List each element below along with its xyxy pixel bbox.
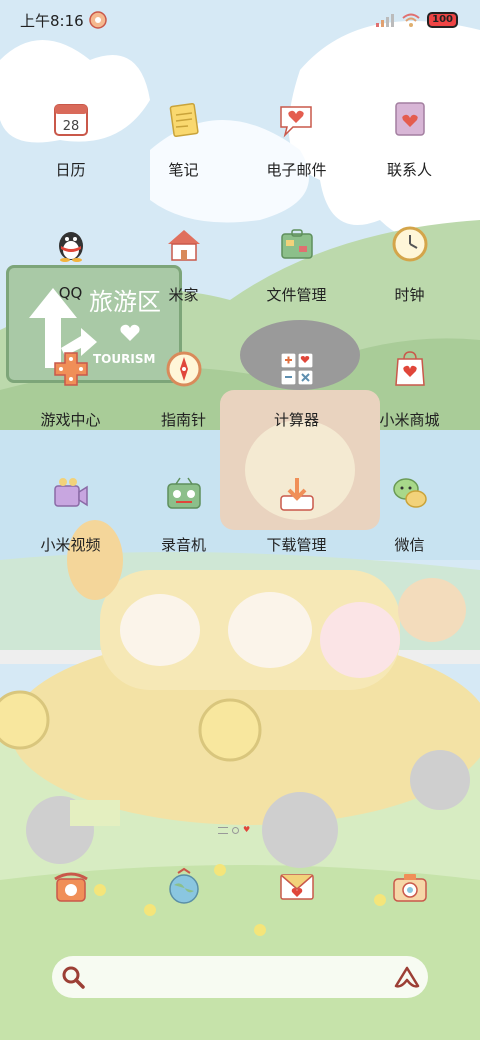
app-label: 下载管理 bbox=[266, 536, 327, 554]
browser-globe-icon bbox=[168, 867, 199, 904]
app-label: 时钟 bbox=[394, 286, 425, 304]
dock bbox=[0, 865, 480, 909]
calculator-icon bbox=[279, 352, 314, 386]
messages-icon bbox=[279, 874, 314, 900]
status-time: 上午8:16 bbox=[20, 11, 84, 30]
app-label: 日历 bbox=[55, 161, 86, 179]
camera-icon bbox=[392, 874, 427, 902]
app-label: 米家 bbox=[168, 286, 199, 304]
recorder-icon bbox=[166, 477, 201, 509]
app-label: 电子邮件 bbox=[266, 161, 327, 179]
mi-store-icon bbox=[394, 351, 425, 386]
clock-icon bbox=[392, 226, 427, 262]
compass-icon bbox=[166, 351, 201, 387]
app-notes[interactable]: 笔记 bbox=[127, 95, 240, 220]
app-label: 微信 bbox=[394, 536, 425, 554]
app-contacts[interactable]: 联系人 bbox=[353, 95, 466, 220]
file-manager-icon bbox=[280, 229, 313, 259]
notification-icon bbox=[88, 11, 107, 29]
app-mi-store[interactable]: 小米商城 bbox=[353, 345, 466, 470]
download-icon bbox=[279, 478, 314, 511]
app-label: 游戏中心 bbox=[40, 411, 101, 429]
app-label: 小米视频 bbox=[40, 536, 101, 554]
dock-browser[interactable] bbox=[127, 865, 240, 909]
signal-icon bbox=[376, 14, 395, 27]
app-email[interactable]: 电子邮件 bbox=[240, 95, 353, 220]
dock-messages[interactable] bbox=[240, 865, 353, 909]
app-label: 录音机 bbox=[160, 536, 206, 554]
notes-icon bbox=[169, 102, 199, 138]
page-indicator[interactable]: ♥ bbox=[218, 826, 250, 834]
app-label: 笔记 bbox=[168, 161, 199, 179]
app-recorder[interactable]: 录音机 bbox=[127, 470, 240, 595]
status-bar: 上午8:16 100 bbox=[0, 0, 480, 40]
app-calendar[interactable]: 28 日历 bbox=[14, 95, 127, 220]
wifi-icon bbox=[402, 13, 420, 27]
wechat-icon bbox=[392, 478, 427, 508]
app-calculator[interactable]: 计算器 bbox=[240, 345, 353, 470]
app-wechat[interactable]: 微信 bbox=[353, 470, 466, 595]
app-download-manager[interactable]: 下载管理 bbox=[240, 470, 353, 595]
battery-icon: 100 bbox=[427, 12, 458, 28]
app-label: 计算器 bbox=[273, 411, 319, 429]
search-icon[interactable] bbox=[60, 964, 86, 990]
app-grid: 28 日历 笔记 电子邮件 联系人 QQ 米家 文件管理 时钟 游戏中心 指南针… bbox=[0, 95, 480, 595]
mi-video-icon bbox=[53, 478, 88, 507]
calendar-date: 28 bbox=[62, 119, 79, 134]
app-mi-video[interactable]: 小米视频 bbox=[14, 470, 127, 595]
app-label: 小米商城 bbox=[379, 411, 440, 429]
page-dot bbox=[232, 826, 239, 834]
contacts-icon bbox=[394, 102, 425, 136]
search-bar[interactable] bbox=[52, 956, 428, 998]
page-dot-menu-icon bbox=[218, 826, 228, 834]
app-label: 指南针 bbox=[160, 411, 206, 429]
app-game-center[interactable]: 游戏中心 bbox=[14, 345, 127, 470]
dock-phone[interactable] bbox=[14, 865, 127, 909]
email-icon bbox=[279, 106, 312, 138]
game-center-icon bbox=[53, 352, 88, 386]
app-label: 联系人 bbox=[386, 161, 432, 179]
app-qq[interactable]: QQ bbox=[14, 220, 127, 345]
app-label: QQ bbox=[58, 284, 83, 302]
assistant-icon[interactable] bbox=[392, 964, 422, 990]
phone-icon bbox=[53, 872, 88, 902]
app-clock[interactable]: 时钟 bbox=[353, 220, 466, 345]
calendar-icon: 28 bbox=[53, 104, 88, 136]
app-mi-home[interactable]: 米家 bbox=[127, 220, 240, 345]
app-label: 文件管理 bbox=[266, 286, 327, 304]
page-heart-icon: ♥ bbox=[243, 825, 251, 834]
dock-camera[interactable] bbox=[353, 865, 466, 909]
qq-penguin-icon bbox=[58, 232, 83, 262]
mi-home-icon bbox=[167, 230, 200, 261]
app-compass[interactable]: 指南针 bbox=[127, 345, 240, 470]
app-file-manager[interactable]: 文件管理 bbox=[240, 220, 353, 345]
